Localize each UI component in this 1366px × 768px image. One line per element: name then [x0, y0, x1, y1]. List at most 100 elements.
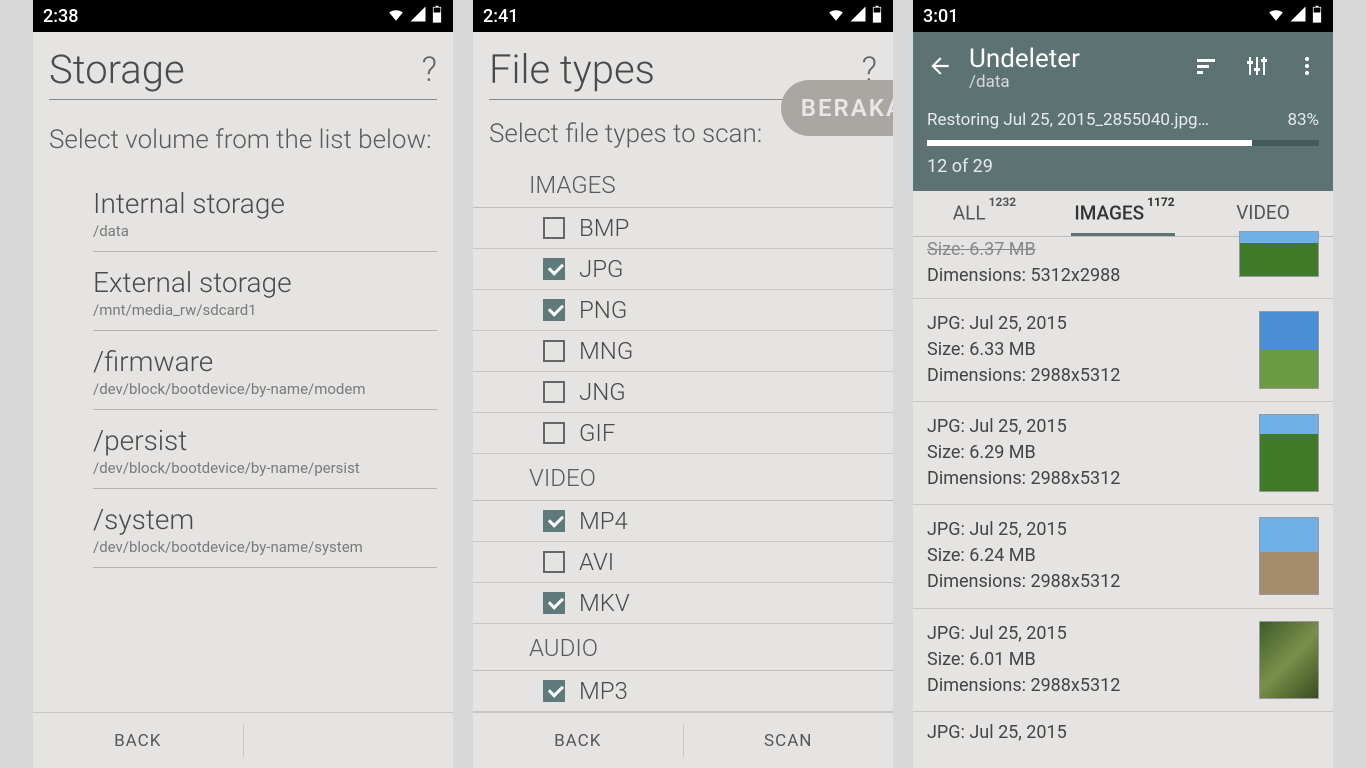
- filetype-item[interactable]: MP3: [473, 671, 893, 712]
- checkbox-icon[interactable]: [543, 422, 565, 444]
- app-title: Undeleter: [969, 44, 1080, 74]
- checkbox-icon[interactable]: [543, 551, 565, 573]
- battery-icon: [431, 5, 443, 28]
- wifi-icon: [387, 5, 405, 28]
- filetype-item[interactable]: GIF: [473, 413, 893, 454]
- result-text: JPG: Jul 25, 2015 Size: 6.33 MB Dimensio…: [927, 311, 1245, 389]
- volume-path: /dev/block/bootdevice/by-name/modem: [93, 380, 437, 398]
- volume-name: /firmware: [93, 345, 437, 378]
- status-icons: [1267, 5, 1323, 28]
- volume-item[interactable]: /firmware /dev/block/bootdevice/by-name/…: [33, 331, 453, 410]
- battery-icon: [1311, 5, 1323, 28]
- result-text: JPG: Jul 25, 2015 Size: 6.24 MB Dimensio…: [927, 517, 1245, 595]
- volume-item[interactable]: Internal storage /data: [33, 173, 453, 252]
- filetype-label: MP3: [579, 677, 628, 705]
- screen-storage: 2:38 Storage ? Select volume from the li…: [33, 0, 453, 768]
- checkbox-icon[interactable]: [543, 258, 565, 280]
- result-item[interactable]: JPG: Jul 25, 2015 Size: 6.29 MB Dimensio…: [913, 402, 1333, 505]
- back-button[interactable]: BACK: [473, 713, 683, 768]
- signal-icon: [1289, 5, 1307, 28]
- volume-item[interactable]: External storage /mnt/media_rw/sdcard1: [33, 252, 453, 331]
- restoring-label: Restoring Jul 25, 2015_2855040.jpg…: [927, 110, 1209, 130]
- result-size: Size: 6.24 MB: [927, 543, 1245, 569]
- tab-label: IMAGES: [1074, 201, 1144, 224]
- thumbnail: [1239, 231, 1319, 277]
- back-icon[interactable]: [927, 53, 953, 83]
- result-dimensions: Dimensions: 2988x5312: [927, 569, 1245, 595]
- filetype-label: MP4: [579, 507, 628, 535]
- filetype-item[interactable]: MNG: [473, 331, 893, 372]
- tabs: ALL1232 IMAGES1172 VIDEO: [913, 191, 1333, 237]
- signal-icon: [409, 5, 427, 28]
- progress-bar: [927, 140, 1319, 146]
- help-icon[interactable]: ?: [422, 50, 437, 90]
- tab-count: 1232: [989, 195, 1017, 209]
- status-icons: [387, 5, 443, 28]
- result-item[interactable]: JPG: Jul 25, 2015 Size: 6.33 MB Dimensio…: [913, 299, 1333, 402]
- result-dimensions: Dimensions: 2988x5312: [927, 466, 1245, 492]
- action-icons: [1195, 54, 1319, 82]
- page-subtitle: Select volume from the list below:: [33, 100, 453, 167]
- filter-icon[interactable]: [1245, 54, 1269, 82]
- scan-button[interactable]: SCAN: [684, 713, 894, 768]
- back-button[interactable]: BACK: [33, 713, 243, 768]
- checkbox-icon[interactable]: [543, 680, 565, 702]
- tab-all[interactable]: ALL1232: [913, 191, 1053, 236]
- result-item-partial-top[interactable]: Size: 6.37 MB Dimensions: 5312x2988: [913, 237, 1333, 298]
- signal-icon: [849, 5, 867, 28]
- thumbnail: [1259, 414, 1319, 492]
- tab-label: VIDEO: [1236, 201, 1290, 224]
- result-size: Size: 6.29 MB: [927, 440, 1245, 466]
- filetype-label: JNG: [579, 378, 626, 406]
- volume-item[interactable]: /persist /dev/block/bootdevice/by-name/p…: [33, 410, 453, 489]
- thumbnail: [1259, 621, 1319, 699]
- app-bar: Undeleter /data Restoring Jul 25, 2015_2…: [913, 32, 1333, 191]
- checkbox-icon[interactable]: [543, 299, 565, 321]
- result-item-partial-bottom[interactable]: JPG: Jul 25, 2015: [913, 712, 1333, 743]
- filetype-item[interactable]: MP4: [473, 501, 893, 542]
- filetype-category: VIDEO: [473, 454, 893, 501]
- filetype-category: IMAGES: [473, 161, 893, 208]
- checkbox-icon[interactable]: [543, 592, 565, 614]
- battery-icon: [871, 5, 883, 28]
- filetype-item[interactable]: JPG: [473, 249, 893, 290]
- result-text: JPG: Jul 25, 2015 Size: 6.29 MB Dimensio…: [927, 414, 1245, 492]
- status-bar: 3:01: [913, 0, 1333, 32]
- result-type-date: JPG: Jul 25, 2015: [927, 414, 1245, 440]
- checkbox-icon[interactable]: [543, 340, 565, 362]
- screen-filetypes: 2:41 File types ? Select file types to s…: [473, 0, 893, 768]
- checkbox-icon[interactable]: [543, 217, 565, 239]
- thumbnail: [1259, 517, 1319, 595]
- volume-path: /dev/block/bootdevice/by-name/system: [93, 538, 437, 556]
- filetype-item[interactable]: JNG: [473, 372, 893, 413]
- watermark-badge: BERAKAL: [781, 80, 893, 136]
- overflow-menu-icon[interactable]: [1295, 54, 1319, 82]
- filetype-item[interactable]: AVI: [473, 542, 893, 583]
- result-item[interactable]: JPG: Jul 25, 2015 Size: 6.01 MB Dimensio…: [913, 609, 1333, 712]
- result-item[interactable]: JPG: Jul 25, 2015 Size: 6.24 MB Dimensio…: [913, 505, 1333, 608]
- sort-icon[interactable]: [1195, 54, 1219, 82]
- result-size: Size: 6.37 MB: [927, 237, 1120, 262]
- results-list[interactable]: Size: 6.37 MB Dimensions: 5312x2988 JPG:…: [913, 237, 1333, 743]
- progress-fill: [927, 140, 1252, 146]
- filetype-list[interactable]: IMAGES BMP JPG PNG MNG JNG GIFVIDEO MP4: [473, 161, 893, 753]
- checkbox-icon[interactable]: [543, 510, 565, 532]
- volume-path: /dev/block/bootdevice/by-name/persist: [93, 459, 437, 477]
- filetype-item[interactable]: BMP: [473, 208, 893, 249]
- tab-video[interactable]: VIDEO: [1193, 191, 1333, 236]
- header: Storage ?: [33, 32, 453, 93]
- wifi-icon: [1267, 5, 1285, 28]
- filetype-item[interactable]: MKV: [473, 583, 893, 624]
- tab-images[interactable]: IMAGES1172: [1053, 191, 1193, 236]
- status-bar: 2:41: [473, 0, 893, 32]
- footer: BACK SCAN: [473, 712, 893, 768]
- filetype-item[interactable]: PNG: [473, 290, 893, 331]
- result-size: Size: 6.01 MB: [927, 647, 1245, 673]
- wifi-icon: [827, 5, 845, 28]
- result-text: Size: 6.37 MB Dimensions: 5312x2988: [927, 237, 1120, 287]
- result-text: JPG: Jul 25, 2015 Size: 6.01 MB Dimensio…: [927, 621, 1245, 699]
- filetype-label: AVI: [579, 548, 614, 576]
- clock: 2:38: [43, 6, 387, 27]
- checkbox-icon[interactable]: [543, 381, 565, 403]
- volume-item[interactable]: /system /dev/block/bootdevice/by-name/sy…: [33, 489, 453, 568]
